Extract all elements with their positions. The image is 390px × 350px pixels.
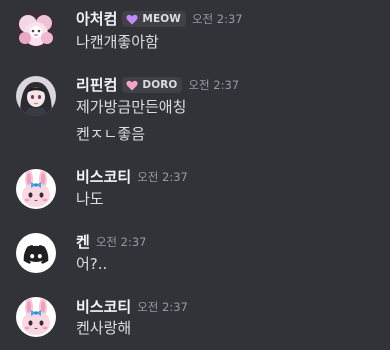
pink-bunny-avatar-icon[interactable]	[16, 297, 56, 337]
message-content: 제가방금만든애칭	[76, 98, 187, 116]
pink-bunny-avatar-icon[interactable]	[16, 169, 56, 209]
anime-girl-avatar-icon[interactable]	[16, 76, 56, 116]
username[interactable]: 리핀컴	[76, 75, 117, 95]
heart-icon	[126, 80, 138, 90]
timestamp[interactable]: 오전 2:37	[192, 9, 243, 29]
message-header: 켄 오전 2:37	[76, 232, 146, 252]
timestamp[interactable]: 오전 2:37	[137, 297, 188, 317]
message-content: 어?..	[76, 255, 108, 273]
username[interactable]: 비스코티	[76, 297, 131, 317]
message-header: 리핀컴 DORO 오전 2:37	[76, 75, 239, 95]
timestamp[interactable]: 오전 2:37	[96, 232, 147, 252]
message-content: 나도	[76, 190, 104, 208]
server-tag-label: DORO	[142, 79, 178, 91]
timestamp[interactable]: 오전 2:37	[188, 75, 239, 95]
username[interactable]: 비스코티	[76, 167, 131, 187]
pink-fluffy-avatar-icon[interactable]	[16, 10, 56, 50]
chat-message-list: 아처컴 MEOW 오전 2:37 나캔개좋아함 리핀컴 DORO 오전 2:37…	[0, 0, 390, 350]
server-tag[interactable]: DORO	[122, 77, 183, 93]
discord-logo-avatar-icon[interactable]	[16, 233, 56, 273]
message-header: 아처컴 MEOW 오전 2:37	[76, 9, 243, 29]
server-tag[interactable]: MEOW	[122, 11, 186, 27]
message-header: 비스코티 오전 2:37	[76, 167, 188, 187]
username[interactable]: 아처컴	[76, 9, 117, 29]
message-header: 비스코티 오전 2:37	[76, 297, 188, 317]
message-content: 켄ㅈㄴ좋음	[76, 125, 146, 143]
message-content: 나캔개좋아함	[76, 33, 159, 51]
heart-icon	[126, 14, 138, 24]
username[interactable]: 켄	[76, 232, 90, 252]
message-content: 켄사랑해	[76, 319, 132, 337]
server-tag-label: MEOW	[142, 13, 181, 25]
timestamp[interactable]: 오전 2:37	[137, 167, 188, 187]
